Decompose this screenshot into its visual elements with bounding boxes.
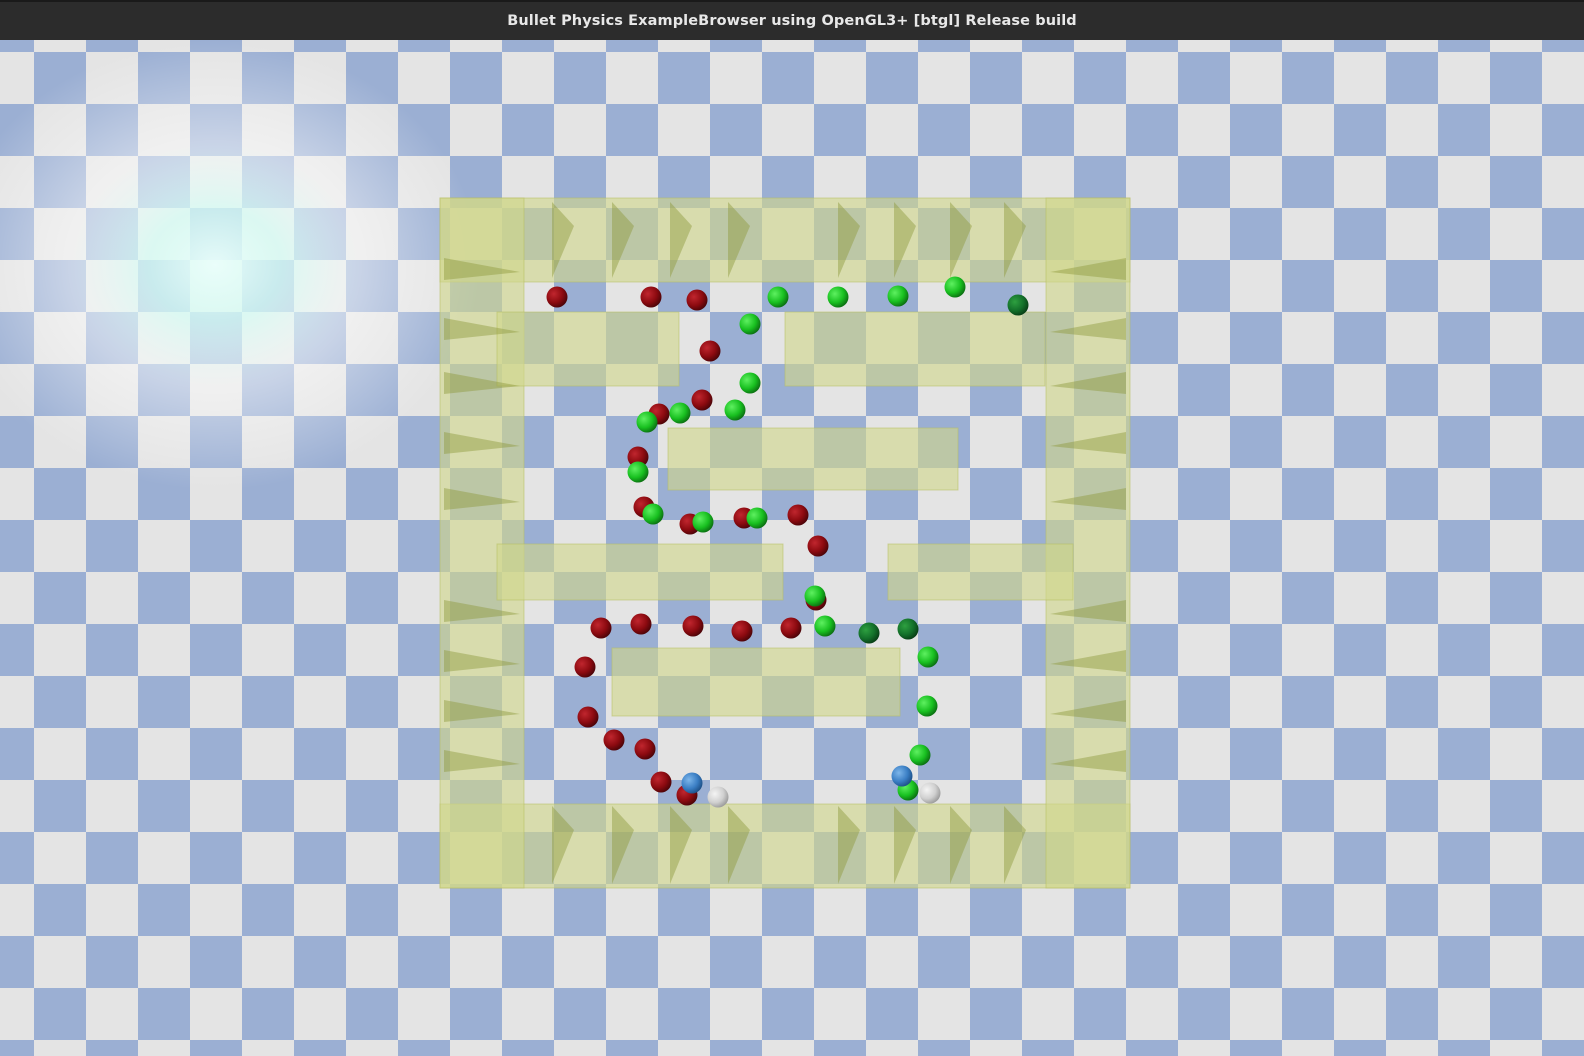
maze-wall-block [611,647,901,717]
dkgreen-sphere [858,622,880,644]
blue-sphere [891,765,913,787]
green-sphere [944,276,966,298]
maze-wall-block [784,311,1046,387]
green-sphere [627,461,649,483]
green-sphere [739,372,761,394]
red-sphere [634,738,656,760]
red-sphere [574,656,596,678]
maze-wall-block [667,427,959,491]
red-sphere [731,620,753,642]
green-sphere [724,399,746,421]
red-sphere [699,340,721,362]
red-sphere [630,613,652,635]
red-sphere [603,729,625,751]
maze-wall-block [439,803,1131,889]
window-titlebar[interactable]: Bullet Physics ExampleBrowser using Open… [0,0,1584,40]
maze-wall-block [496,543,784,601]
green-sphere [692,511,714,533]
red-sphere [682,615,704,637]
red-sphere [807,535,829,557]
dkgreen-sphere [1007,294,1029,316]
green-sphere [887,285,909,307]
red-sphere [577,706,599,728]
grey-sphere [707,786,729,808]
green-sphere [739,313,761,335]
green-sphere [814,615,836,637]
dkgreen-sphere [897,618,919,640]
green-sphere [636,411,658,433]
red-sphere [640,286,662,308]
red-sphere [546,286,568,308]
green-sphere [916,695,938,717]
red-sphere [650,771,672,793]
red-sphere [780,617,802,639]
maze-wall-block [887,543,1074,601]
green-sphere [804,585,826,607]
maze-wall-block [1045,197,1131,889]
window-title: Bullet Physics ExampleBrowser using Open… [507,13,1077,29]
red-sphere [686,289,708,311]
green-sphere [827,286,849,308]
red-sphere [590,617,612,639]
green-sphere [642,503,664,525]
green-sphere [917,646,939,668]
green-sphere [909,744,931,766]
green-sphere [746,507,768,529]
maze-wall-block [496,311,680,387]
scene-canvas[interactable] [0,40,1584,1056]
red-sphere [787,504,809,526]
app-window: Bullet Physics ExampleBrowser using Open… [0,0,1584,1056]
blue-sphere [681,772,703,794]
green-sphere [767,286,789,308]
maze-wall-block [439,197,525,889]
grey-sphere [919,782,941,804]
maze-wall-block [439,197,1131,283]
opengl-viewport[interactable] [0,40,1584,1056]
green-sphere [669,402,691,424]
red-sphere [691,389,713,411]
